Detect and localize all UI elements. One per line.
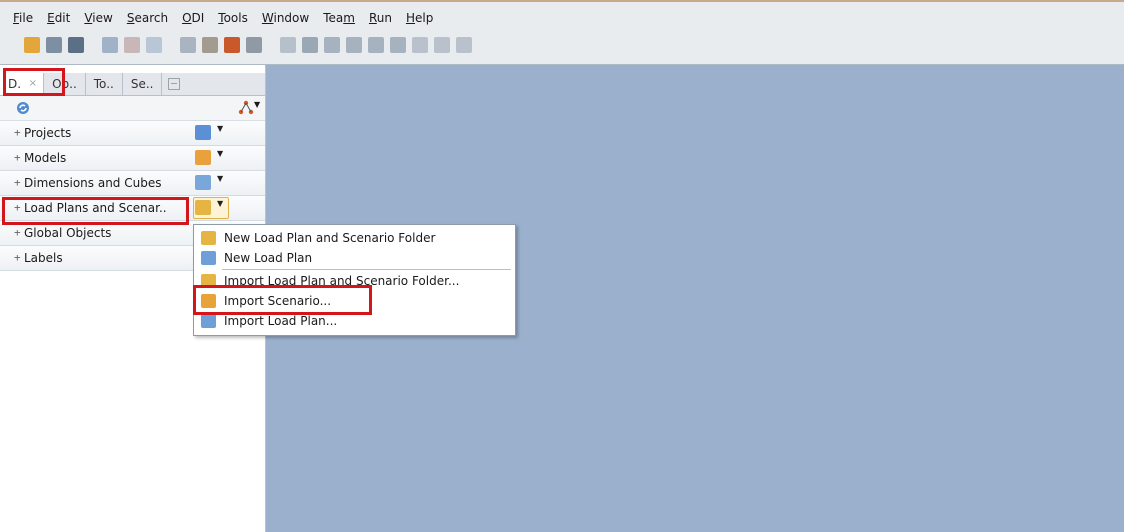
menu-odi[interactable]: ODI <box>175 9 211 27</box>
connect-navigator-icon[interactable] <box>238 100 254 116</box>
accordion-label: Dimensions and Cubes <box>24 176 162 190</box>
dimensions-and-cubes-icon <box>195 175 211 190</box>
context-menu: New Load Plan and Scenario Folder New Loa… <box>193 224 516 336</box>
new-load-plan-icon <box>201 251 216 265</box>
menu-team[interactable]: Team <box>316 9 362 27</box>
menu-item-label: New Load Plan <box>224 251 313 265</box>
expand-icon[interactable]: + <box>14 176 21 189</box>
menu-bar: File Edit View Search ODI Tools Window Team Run H… <box>6 9 440 27</box>
callout-load-plans <box>2 197 189 225</box>
expand-icon[interactable]: + <box>14 226 21 239</box>
menu-item-new-load-plan-and-scenario-folder[interactable]: New Load Plan and Scenario Folder <box>194 228 515 248</box>
tab-security[interactable]: Se.. <box>123 73 163 95</box>
panel-toolbar: ▼ <box>0 96 265 121</box>
menu-separator <box>222 269 511 270</box>
db-icon-2[interactable] <box>346 37 362 53</box>
step-over-icon[interactable] <box>246 37 262 53</box>
menu-file[interactable]: File <box>6 9 40 27</box>
menu-window[interactable]: Window <box>255 9 316 27</box>
save-icon[interactable] <box>46 37 62 53</box>
models-icon <box>195 150 211 165</box>
chevron-down-icon[interactable]: ▼ <box>217 149 223 158</box>
callout-designer-tab <box>3 68 65 96</box>
menu-view[interactable]: View <box>77 9 119 27</box>
new-load-plan-and-scenario-folder-icon <box>201 231 216 245</box>
accordion-models[interactable]: + Models ▼ <box>0 146 265 171</box>
main-toolbar <box>24 35 478 55</box>
import-load-plan-icon <box>201 314 216 328</box>
top-bar: File Edit View Search ODI Tools Window Team Run H… <box>0 0 1124 65</box>
expand-icon[interactable]: + <box>14 151 21 164</box>
chevron-down-icon[interactable]: ▼ <box>254 100 260 109</box>
accordion-label: Models <box>24 151 67 165</box>
tab-label: Se.. <box>130 77 154 91</box>
new-icon[interactable] <box>24 37 40 53</box>
run-icon[interactable] <box>102 37 118 53</box>
bug-icon[interactable] <box>202 37 218 53</box>
db-icon-4[interactable] <box>390 37 406 53</box>
minimize-icon[interactable] <box>168 78 181 90</box>
play-icon[interactable] <box>146 37 162 53</box>
save-all-icon[interactable] <box>68 37 84 53</box>
accordion-projects[interactable]: + Projects ▼ <box>0 121 265 146</box>
chevron-down-icon[interactable]: ▼ <box>217 174 223 183</box>
accordion-label: Labels <box>24 251 63 265</box>
resume-icon[interactable] <box>434 37 450 53</box>
db-icon-1[interactable] <box>324 37 340 53</box>
refresh-icon[interactable] <box>15 100 31 116</box>
forward-icon[interactable] <box>456 37 472 53</box>
projects-icon <box>195 125 211 140</box>
menu-search[interactable]: Search <box>120 9 175 27</box>
menu-item-label: New Load Plan and Scenario Folder <box>224 231 436 245</box>
tab-label: To.. <box>93 77 114 91</box>
chevron-down-icon[interactable]: ▼ <box>217 124 223 133</box>
accordion-label: Projects <box>24 126 72 140</box>
agent-icon[interactable] <box>280 37 296 53</box>
db-icon-3[interactable] <box>368 37 384 53</box>
session-icon[interactable] <box>302 37 318 53</box>
expand-icon[interactable]: + <box>14 126 21 139</box>
tab-topology[interactable]: To.. <box>86 73 123 95</box>
menu-item-new-load-plan[interactable]: New Load Plan <box>194 248 515 268</box>
menu-help[interactable]: Help <box>399 9 440 27</box>
pause-icon[interactable] <box>412 37 428 53</box>
breakpoint-icon[interactable] <box>180 37 196 53</box>
debug-icon[interactable] <box>124 37 140 53</box>
callout-import-scenario <box>193 285 372 315</box>
load-plans-and-scenarios-icon <box>195 200 211 215</box>
menu-edit[interactable]: Edit <box>40 9 77 27</box>
chevron-down-icon[interactable]: ▼ <box>217 199 223 208</box>
step-icon[interactable] <box>224 37 240 53</box>
expand-icon[interactable]: + <box>14 251 21 264</box>
menu-tools[interactable]: Tools <box>211 9 255 27</box>
menu-run[interactable]: Run <box>362 9 399 27</box>
accordion-dimensions-and-cubes[interactable]: + Dimensions and Cubes ▼ <box>0 171 265 196</box>
